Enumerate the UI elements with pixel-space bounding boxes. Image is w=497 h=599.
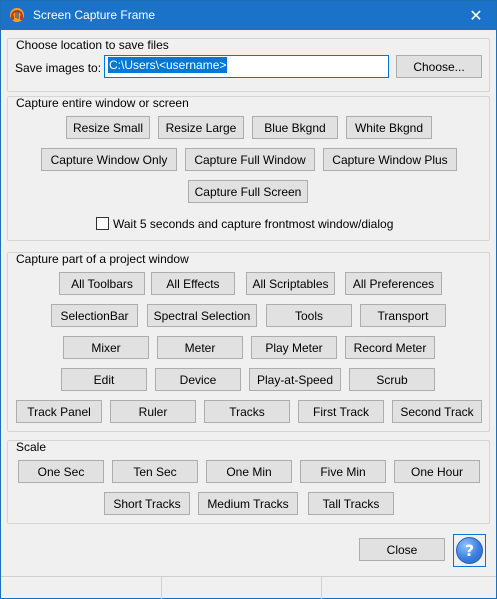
mixer-button[interactable]: Mixer bbox=[63, 336, 149, 359]
all-effects-button[interactable]: All Effects bbox=[151, 272, 235, 295]
close-window-icon[interactable]: ✕ bbox=[456, 1, 496, 30]
resize-small-button[interactable]: Resize Small bbox=[66, 116, 150, 139]
track-panel-button[interactable]: Track Panel bbox=[16, 400, 102, 423]
window-title: Screen Capture Frame bbox=[33, 8, 156, 22]
short-tracks-button[interactable]: Short Tracks bbox=[104, 492, 190, 515]
status-divider bbox=[161, 577, 162, 599]
five-min-button[interactable]: Five Min bbox=[300, 460, 386, 483]
white-background-button[interactable]: White Bkgnd bbox=[346, 116, 432, 139]
first-track-button[interactable]: First Track bbox=[298, 400, 384, 423]
choose-folder-button[interactable]: Choose... bbox=[396, 55, 482, 78]
save-location-group-label: Choose location to save files bbox=[16, 38, 169, 52]
save-images-label: Save images to: bbox=[15, 61, 102, 75]
resize-large-button[interactable]: Resize Large bbox=[158, 116, 244, 139]
scale-group-label: Scale bbox=[16, 440, 47, 454]
wait-5-seconds-checkbox[interactable] bbox=[96, 217, 109, 230]
help-icon[interactable]: ? bbox=[456, 537, 483, 564]
meter-button[interactable]: Meter bbox=[157, 336, 243, 359]
capture-full-window-button[interactable]: Capture Full Window bbox=[185, 148, 315, 171]
record-meter-button[interactable]: Record Meter bbox=[345, 336, 435, 359]
selection-bar-button[interactable]: SelectionBar bbox=[51, 304, 138, 327]
all-toolbars-button[interactable]: All Toolbars bbox=[59, 272, 145, 295]
all-scriptables-button[interactable]: All Scriptables bbox=[246, 272, 335, 295]
save-path-value: C:\Users\<username> bbox=[108, 57, 228, 73]
scrub-button[interactable]: Scrub bbox=[349, 368, 435, 391]
all-preferences-button[interactable]: All Preferences bbox=[345, 272, 442, 295]
audacity-app-icon bbox=[10, 8, 24, 22]
device-button[interactable]: Device bbox=[155, 368, 241, 391]
tools-button[interactable]: Tools bbox=[266, 304, 352, 327]
capture-part-group-label: Capture part of a project window bbox=[16, 252, 189, 266]
play-at-speed-button[interactable]: Play-at-Speed bbox=[249, 368, 341, 391]
capture-window-only-button[interactable]: Capture Window Only bbox=[41, 148, 177, 171]
edit-button[interactable]: Edit bbox=[61, 368, 147, 391]
transport-button[interactable]: Transport bbox=[360, 304, 446, 327]
wait-5-seconds-label[interactable]: Wait 5 seconds and capture frontmost win… bbox=[113, 217, 393, 231]
title-bar[interactable]: Screen Capture Frame ✕ bbox=[1, 1, 496, 30]
ruler-button[interactable]: Ruler bbox=[110, 400, 196, 423]
blue-background-button[interactable]: Blue Bkgnd bbox=[252, 116, 338, 139]
status-divider bbox=[321, 577, 322, 599]
capture-full-screen-button[interactable]: Capture Full Screen bbox=[188, 180, 308, 203]
ten-sec-button[interactable]: Ten Sec bbox=[112, 460, 198, 483]
one-hour-button[interactable]: One Hour bbox=[394, 460, 480, 483]
spectral-selection-button[interactable]: Spectral Selection bbox=[147, 304, 257, 327]
one-min-button[interactable]: One Min bbox=[206, 460, 292, 483]
medium-tracks-button[interactable]: Medium Tracks bbox=[198, 492, 298, 515]
one-sec-button[interactable]: One Sec bbox=[18, 460, 104, 483]
capture-entire-group-label: Capture entire window or screen bbox=[16, 96, 189, 110]
screen-capture-window: Screen Capture Frame ✕ Choose location t… bbox=[0, 0, 497, 599]
tracks-button[interactable]: Tracks bbox=[204, 400, 290, 423]
play-meter-button[interactable]: Play Meter bbox=[251, 336, 337, 359]
tall-tracks-button[interactable]: Tall Tracks bbox=[308, 492, 394, 515]
capture-window-plus-button[interactable]: Capture Window Plus bbox=[323, 148, 457, 171]
save-path-input[interactable]: C:\Users\<username> bbox=[104, 55, 389, 78]
close-button[interactable]: Close bbox=[359, 538, 445, 561]
status-bar bbox=[1, 576, 496, 599]
second-track-button[interactable]: Second Track bbox=[392, 400, 482, 423]
